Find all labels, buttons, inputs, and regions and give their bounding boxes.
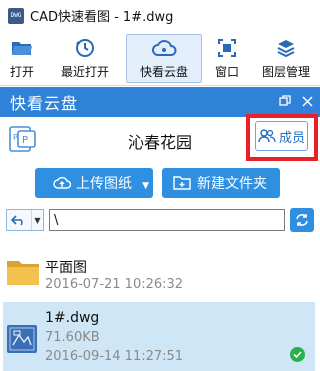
restore-icon[interactable]: [278, 94, 292, 108]
upload-drawing-button[interactable]: 上传图纸 ▼: [35, 168, 153, 198]
ribbon-toolbar: 打开 最近打开 快看云盘 窗口 图层管理: [0, 31, 320, 86]
path-input[interactable]: [49, 209, 285, 231]
refresh-icon: [294, 212, 310, 228]
open-folder-icon: [11, 37, 33, 59]
chevron-down-icon[interactable]: ▼: [142, 181, 149, 191]
file-date: 2016-07-21 10:26:32: [45, 277, 184, 292]
layer-manager-button[interactable]: 图层管理: [252, 31, 320, 86]
project-icon: PP: [8, 124, 38, 154]
window-button[interactable]: 窗口: [202, 31, 252, 86]
close-icon[interactable]: [300, 94, 314, 108]
new-folder-button[interactable]: 新建文件夹: [162, 168, 280, 198]
list-item[interactable]: 平面图 2016-07-21 10:26:32: [3, 247, 315, 307]
new-folder-label: 新建文件夹: [197, 176, 267, 192]
chevron-down-icon[interactable]: ▼: [31, 210, 43, 230]
cloud-icon: [151, 37, 177, 59]
file-size: 71.60KB: [45, 330, 100, 345]
svg-text:P: P: [22, 135, 28, 146]
window-button-label: 窗口: [214, 65, 239, 79]
members-button[interactable]: 成员: [255, 121, 308, 151]
upload-cloud-icon: [53, 176, 71, 190]
synced-check-icon: [290, 347, 305, 362]
file-name: 1#.dwg: [45, 310, 100, 326]
layers-icon: [276, 37, 296, 59]
app-logo-icon: DWG: [8, 7, 24, 24]
cloud-disk-button-label: 快看云盘: [139, 65, 188, 79]
file-date: 2016-09-14 11:27:51: [45, 349, 184, 364]
members-icon: [258, 128, 276, 144]
back-button[interactable]: ▼: [6, 209, 44, 231]
file-name: 平面图: [45, 260, 87, 276]
file-list: 平面图 2016-07-21 10:26:32 1#.dwg 71.60KB 2…: [0, 236, 320, 371]
folder-icon: [6, 258, 40, 292]
list-item[interactable]: 1#.dwg 71.60KB 2016-09-14 11:27:51: [3, 302, 315, 371]
open-button[interactable]: 打开: [0, 31, 44, 86]
recent-clock-icon: [75, 37, 95, 59]
layer-manager-button-label: 图层管理: [261, 65, 310, 79]
recent-button[interactable]: 最近打开: [44, 31, 126, 86]
cloud-disk-button[interactable]: 快看云盘: [126, 34, 202, 83]
recent-button-label: 最近打开: [60, 65, 109, 79]
dwg-file-icon: [6, 323, 40, 357]
upload-drawing-label: 上传图纸: [76, 176, 132, 192]
open-button-label: 打开: [9, 65, 34, 79]
members-button-label: 成员: [278, 130, 305, 146]
svg-text:P: P: [13, 133, 18, 142]
title-bar: DWG CAD快速看图 - 1#.dwg: [0, 0, 320, 31]
back-arrow-icon: [7, 214, 31, 226]
new-folder-icon: [173, 175, 191, 191]
window-icon: [217, 37, 237, 59]
cloud-panel-header: 快看云盘: [0, 87, 320, 117]
panel-title: 快看云盘: [10, 94, 79, 113]
window-title: CAD快速看图 - 1#.dwg: [30, 10, 174, 25]
refresh-button[interactable]: [290, 208, 314, 232]
